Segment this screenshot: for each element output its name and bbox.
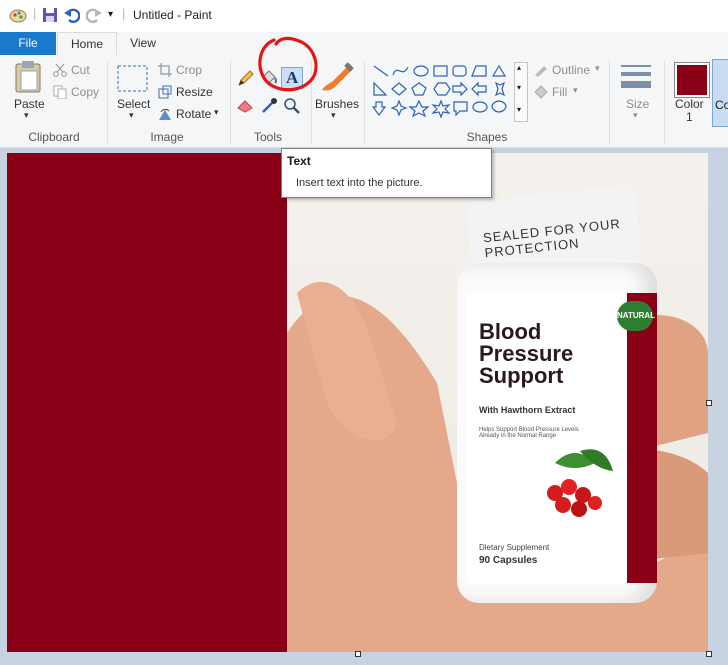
tab-view[interactable]: View: [120, 32, 166, 55]
scroll-down-icon[interactable]: ▾: [517, 83, 521, 92]
paste-button-label[interactable]: Paste: [14, 97, 45, 111]
capsule-count: 90 Capsules: [479, 555, 538, 566]
eraser-icon[interactable]: [237, 97, 255, 116]
annotation-circle: [258, 36, 318, 92]
window-title: Untitled - Paint: [133, 8, 212, 22]
cap-text: SEALED FOR YOUR PROTECTION: [482, 216, 622, 261]
image-group-label: Image: [150, 130, 184, 144]
canvas-resize-handle-right[interactable]: [706, 400, 712, 406]
tools-group-label: Tools: [253, 130, 282, 144]
group-separator: [364, 60, 365, 144]
product-title-line2: Pressure: [479, 341, 574, 366]
tab-file[interactable]: File: [0, 32, 56, 55]
scroll-up-icon[interactable]: ▴: [517, 63, 521, 72]
fill-icon: [533, 85, 549, 102]
size-button-label[interactable]: Size: [626, 97, 649, 111]
copy-icon: [53, 85, 67, 102]
hawthorn-berries-image: [547, 449, 613, 517]
customize-qa-dropdown-icon[interactable]: ▾: [108, 9, 113, 20]
color1-fill: [677, 65, 707, 95]
tooltip-description: Insert text into the picture.: [296, 177, 423, 189]
color2-label: Co: [715, 98, 728, 112]
color-picker-icon[interactable]: [260, 97, 278, 118]
canvas-resize-handle-bottom[interactable]: [355, 651, 361, 657]
fill-dropdown-icon[interactable]: ▾: [573, 85, 578, 96]
bottle-label: NATURAL Blood Pressure Support With Hawt…: [467, 293, 657, 583]
undo-icon[interactable]: [64, 7, 81, 26]
canvas-resize-handle-corner[interactable]: [706, 651, 712, 657]
resize-icon: [158, 85, 172, 102]
redo-icon[interactable]: [85, 7, 102, 26]
shapes-group-label: Shapes: [466, 130, 508, 144]
size-icon[interactable]: [621, 63, 651, 96]
product-title-line1: Blood: [479, 319, 542, 344]
crop-icon: [158, 63, 172, 80]
resize-button[interactable]: Resize: [176, 85, 213, 99]
group-separator: [664, 60, 665, 144]
color2-button[interactable]: Co: [712, 59, 728, 127]
copy-button[interactable]: Copy: [71, 85, 99, 99]
qa-separator-2: |: [122, 6, 126, 21]
tooltip-title: Text: [287, 154, 311, 168]
outline-icon: [533, 63, 549, 80]
color1-number: 1: [686, 110, 693, 124]
select-button-label[interactable]: Select: [117, 97, 150, 111]
rotate-button[interactable]: Rotate: [176, 107, 211, 121]
outline-button[interactable]: Outline: [552, 63, 590, 77]
qa-separator: |: [33, 6, 37, 21]
cut-button[interactable]: Cut: [71, 63, 90, 77]
rotate-dropdown-icon[interactable]: ▾: [214, 107, 219, 118]
cut-icon: [53, 63, 67, 80]
product-claim: Helps Support Blood Pressure Levels Alre…: [479, 427, 579, 439]
color1-swatch[interactable]: [674, 62, 710, 98]
brushes-dropdown-icon[interactable]: ▾: [331, 110, 336, 121]
select-dropdown-icon[interactable]: ▾: [129, 110, 134, 121]
label-red-band: [627, 293, 657, 583]
group-separator: [230, 60, 231, 144]
select-icon[interactable]: [117, 65, 149, 96]
color1-label: Color: [675, 97, 704, 111]
brushes-icon[interactable]: [318, 60, 354, 99]
product-title: Blood Pressure Support: [479, 321, 573, 387]
product-subtitle: With Hawthorn Extract: [479, 405, 576, 415]
group-separator: [107, 60, 108, 144]
dietary-label: Dietary Supplement: [479, 543, 550, 552]
fill-button[interactable]: Fill: [552, 85, 567, 99]
size-dropdown-icon[interactable]: ▾: [633, 110, 638, 121]
group-separator: [609, 60, 610, 144]
paste-icon[interactable]: [14, 60, 42, 97]
save-icon[interactable]: [42, 7, 58, 26]
paste-dropdown-icon[interactable]: ▾: [24, 110, 29, 121]
natural-badge: NATURAL: [617, 301, 655, 331]
pasted-photo: SEALED FOR YOUR PROTECTION NATURAL Blood…: [287, 153, 708, 652]
crop-button[interactable]: Crop: [176, 63, 202, 77]
drawing-canvas[interactable]: SEALED FOR YOUR PROTECTION NATURAL Blood…: [7, 153, 708, 652]
supplement-bottle: SEALED FOR YOUR PROTECTION NATURAL Blood…: [447, 184, 657, 613]
shapes-scrollbar[interactable]: ▴ ▾ ▾: [514, 62, 528, 122]
product-title-line3: Support: [479, 363, 564, 388]
text-tool-tooltip: Text Insert text into the picture.: [281, 148, 492, 198]
paint-app-icon: [9, 7, 27, 26]
rotate-icon: [158, 107, 172, 124]
clipboard-group-label: Clipboard: [28, 130, 80, 144]
title-bar: | ▾ | Untitled - Paint: [0, 0, 728, 32]
outline-dropdown-icon[interactable]: ▾: [595, 63, 600, 74]
tab-home[interactable]: Home: [57, 32, 117, 57]
brushes-button-label[interactable]: Brushes: [315, 97, 359, 111]
magnifier-icon[interactable]: [283, 97, 301, 118]
shapes-gallery[interactable]: [371, 63, 512, 119]
gallery-more-icon[interactable]: ▾: [517, 105, 521, 114]
